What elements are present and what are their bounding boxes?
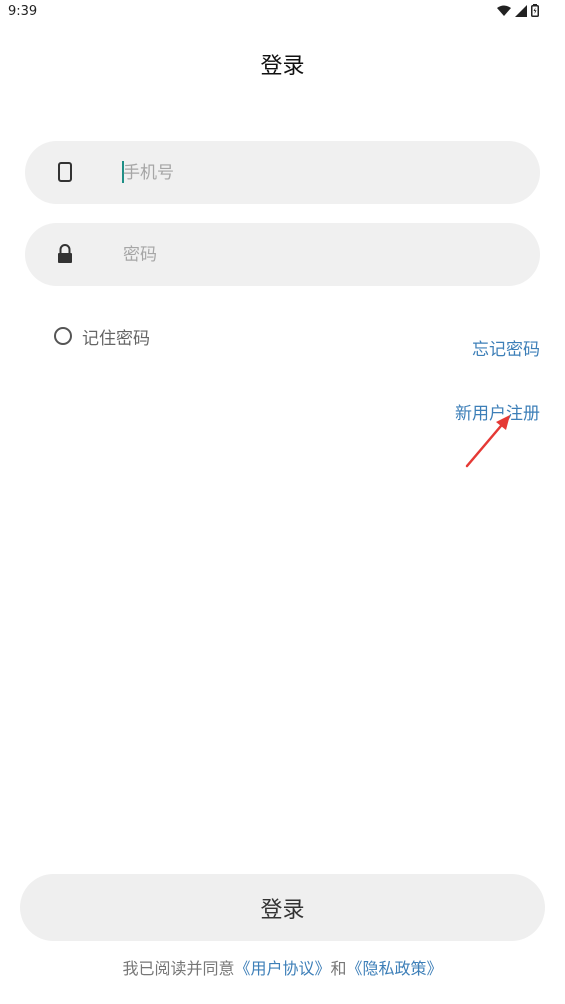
status-icons xyxy=(497,4,539,17)
page-title: 登录 xyxy=(260,54,305,79)
phone-input[interactable] xyxy=(123,141,523,204)
lock-icon xyxy=(55,241,75,267)
agreement-text: 我已阅读并同意《用户协议》和《隐私政策》 xyxy=(0,955,565,979)
wifi-icon xyxy=(497,5,511,17)
forgot-password-link[interactable]: 忘记密码 xyxy=(472,335,540,360)
battery-icon xyxy=(531,4,539,17)
status-bar: 9:39 xyxy=(0,0,565,24)
login-button[interactable]: 登录 xyxy=(20,874,545,941)
remember-password-option[interactable]: 记住密码 xyxy=(54,324,150,349)
signal-icon xyxy=(515,4,527,17)
password-field[interactable] xyxy=(25,223,540,286)
privacy-policy-link[interactable]: 《隐私政策》 xyxy=(347,959,443,978)
phone-field[interactable] xyxy=(25,141,540,204)
user-agreement-link[interactable]: 《用户协议》 xyxy=(234,959,330,978)
agreement-prefix: 我已阅读并同意 xyxy=(122,959,235,978)
status-time: 9:39 xyxy=(8,4,38,19)
annotation-arrow-icon xyxy=(465,415,510,468)
phone-icon xyxy=(55,159,75,185)
remember-password-label: 记住密码 xyxy=(82,328,150,349)
remember-password-radio[interactable] xyxy=(54,327,72,345)
password-input[interactable] xyxy=(123,223,523,286)
agreement-conjunction: 和 xyxy=(330,959,347,978)
